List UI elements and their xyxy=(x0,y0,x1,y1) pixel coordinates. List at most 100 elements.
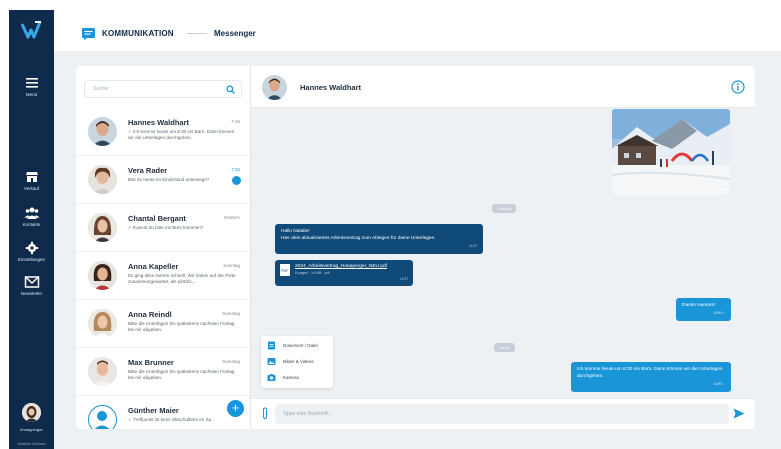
rail-label: Menü xyxy=(25,92,38,97)
contact-time: Gestern xyxy=(223,215,240,220)
ski-photo xyxy=(612,109,730,195)
contact-avatar xyxy=(88,309,117,338)
attach-camera[interactable]: Kamera xyxy=(267,372,329,383)
message-time: 14:59 ✓ xyxy=(713,381,725,386)
user-name: nhoepperger xyxy=(20,427,43,432)
store-icon xyxy=(25,172,38,182)
contact-name: Hannes Waldhart xyxy=(128,118,189,127)
contact-name: Max Brunner xyxy=(128,358,174,367)
message-input[interactable] xyxy=(275,404,729,424)
chat-icon xyxy=(82,28,95,40)
message-time: 14:59 ✓ xyxy=(713,310,725,315)
contact-item[interactable]: Hannes Waldhart 7:46 ✓ Ich komme heute u… xyxy=(76,108,250,156)
unread-badge xyxy=(232,176,241,185)
message-text: Hier dein aktualisiertes Arbeitsvertrag … xyxy=(281,235,436,241)
rail-label: Kontakte xyxy=(22,222,41,227)
plus-icon: + xyxy=(231,400,240,415)
contact-preview: ✓ Treffpunkt ist beim Skischulbüro im Sp… xyxy=(128,417,215,422)
file-message[interactable]: PDF 2024_Arbeitsvertrag_Hoepperger_NEU.p… xyxy=(275,260,413,286)
top-header: KOMMUNIKATION Messenger xyxy=(54,10,781,52)
incoming-message: Hallo Natalie! Hier dein aktualisiertes … xyxy=(275,224,483,254)
contact-avatar xyxy=(88,117,117,146)
rail-label: Einstellungen xyxy=(17,257,46,262)
user-avatar[interactable] xyxy=(22,403,41,422)
outgoing-message: Danke Hannes! 14:59 ✓ xyxy=(676,298,731,321)
image-icon xyxy=(267,358,276,365)
user-photo xyxy=(22,403,41,422)
message-text: Hallo Natalie! xyxy=(281,229,310,234)
chat-panel: Hannes Waldhart 9:31 Gestern Hallo Natal… xyxy=(250,66,755,429)
app-logo-icon xyxy=(20,21,42,39)
contact-time: Samstag xyxy=(222,359,240,364)
breadcrumb-divider xyxy=(187,33,207,34)
page-title: Messenger xyxy=(214,29,256,38)
document-icon xyxy=(268,341,275,350)
day-separator: Heute xyxy=(494,343,515,352)
svg-text:PDF: PDF xyxy=(281,269,288,273)
day-separator: Gestern xyxy=(492,204,517,213)
attach-document[interactable]: Dokument / Datei xyxy=(267,340,329,351)
attach-label: Bilder & Videos xyxy=(283,359,314,364)
contact-name: Günther Maier xyxy=(128,406,179,415)
message-time: 14:37 xyxy=(400,277,408,282)
contact-time: 7:32 xyxy=(231,167,240,172)
contact-avatar xyxy=(88,405,117,429)
left-rail: Menü Verkauf Kontakte Einstellungen News… xyxy=(9,10,54,449)
contact-avatar xyxy=(88,213,117,242)
search-box[interactable]: Suche xyxy=(84,80,242,98)
app-window: Menü Verkauf Kontakte Einstellungen News… xyxy=(0,0,781,449)
file-meta: 8 pages · 14 MB · pdf xyxy=(295,270,330,275)
contact-time: Sonntag xyxy=(223,263,240,268)
rail-verkauf[interactable]: Verkauf xyxy=(9,170,54,191)
contact-avatar xyxy=(88,261,117,290)
chat-contact-name: Hannes Waldhart xyxy=(300,83,361,92)
rail-einstellungen[interactable]: Einstellungen xyxy=(9,241,54,262)
send-icon[interactable] xyxy=(733,408,745,419)
camera-icon xyxy=(267,374,276,381)
search-icon[interactable] xyxy=(226,85,235,94)
contact-name: Vera Rader xyxy=(128,166,168,175)
contact-item[interactable]: Vera Rader 7:32 Bist du heute im Kinderl… xyxy=(76,156,250,204)
contact-name: Chantal Bergant xyxy=(128,214,186,223)
mail-icon xyxy=(24,276,39,288)
rail-menu[interactable]: Menü xyxy=(9,76,54,97)
menu-icon xyxy=(25,78,38,88)
info-icon[interactable] xyxy=(731,80,745,94)
contact-item[interactable]: Chantal Bergant Gestern ✓ Kannst du bitt… xyxy=(76,204,250,252)
attach-images[interactable]: Bilder & Videos xyxy=(267,356,329,367)
message-text: Ich komme heute um 8:30 ins Büro. Dann k… xyxy=(577,367,723,379)
contact-name: Anna Reindl xyxy=(128,310,172,319)
contact-item[interactable]: Anna Kapeller Sonntag Es ging alles extr… xyxy=(76,252,250,300)
gear-icon xyxy=(25,241,38,255)
image-message[interactable]: 9:31 xyxy=(612,109,730,195)
message-time: 14:37 xyxy=(469,243,477,248)
message-text: Danke Hannes! xyxy=(682,303,716,308)
contact-preview: Bitte die Unterlagen bis spätestens näch… xyxy=(128,369,235,381)
attach-label: Dokument / Datei xyxy=(283,343,318,348)
pdf-icon: PDF xyxy=(280,264,290,277)
contact-avatar xyxy=(88,357,117,386)
contact-preview: ✓ Kannst du bitte ins Büro kommen? xyxy=(128,225,204,230)
new-chat-button[interactable]: + xyxy=(227,400,244,417)
file-name: 2024_Arbeitsvertrag_Hoepperger_NEU.pdf xyxy=(295,264,387,269)
contact-item[interactable]: Günther Maier 25.2. ✓ Treffpunkt ist bei… xyxy=(76,396,250,429)
contact-preview: ✓ Ich komme heute um 8:30 ins Büro. Dann… xyxy=(128,129,235,141)
contact-avatar xyxy=(88,165,117,194)
outgoing-message: Ich komme heute um 8:30 ins Büro. Dann k… xyxy=(571,362,731,392)
rail-kontakte[interactable]: Kontakte xyxy=(9,206,54,227)
contact-time: 7:46 xyxy=(231,119,240,124)
chat-avatar[interactable] xyxy=(262,75,287,100)
contact-time: Samstag xyxy=(222,311,240,316)
contact-preview: Es ging alles extrem schnell. Wir haben … xyxy=(128,273,236,285)
rail-label: Verkauf xyxy=(23,186,40,191)
contact-item[interactable]: Anna Reindl Samstag Bitte die Unterlagen… xyxy=(76,300,250,348)
chat-header: Hannes Waldhart xyxy=(251,66,755,108)
rail-newsletter[interactable]: Newsletter xyxy=(9,275,54,296)
paperclip-icon[interactable] xyxy=(261,407,269,420)
contact-item[interactable]: Max Brunner Samstag Bitte die Unterlagen… xyxy=(76,348,250,396)
attachment-menu: Dokument / Datei Bilder & Videos Kamera xyxy=(261,336,333,388)
message-time: 9:31 xyxy=(719,188,726,192)
company-name: Westfirst Software xyxy=(17,442,46,446)
search-input[interactable]: Suche xyxy=(93,86,109,92)
default-avatar-icon xyxy=(94,411,110,429)
